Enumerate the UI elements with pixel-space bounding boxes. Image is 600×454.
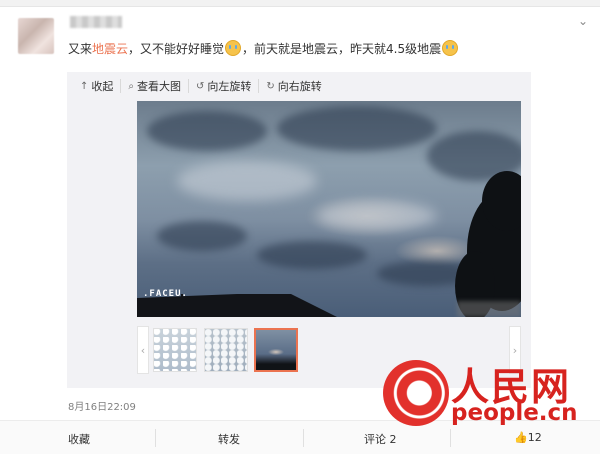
- blurred-corner: [457, 301, 521, 317]
- thumbs-up-icon: 👍: [514, 431, 528, 444]
- search-icon: ⌕: [128, 80, 134, 92]
- view-large-button[interactable]: ⌕ 查看大图: [121, 79, 189, 93]
- topic-link[interactable]: 地震云: [92, 42, 128, 56]
- chevron-down-icon[interactable]: ⌄: [578, 14, 588, 28]
- comment-button[interactable]: 评论 2: [364, 431, 397, 447]
- top-divider: [0, 0, 600, 7]
- rotate-right-label: 向右旋转: [277, 80, 322, 93]
- crying-emoji-icon: [442, 40, 459, 56]
- favorite-button[interactable]: 收藏: [68, 431, 90, 447]
- rotate-left-label: 向左旋转: [207, 80, 252, 93]
- divider: [450, 429, 451, 447]
- thumbnail-2[interactable]: [204, 328, 248, 372]
- post-text-start: 又来: [68, 42, 93, 56]
- post-text: 又来地震云，又不能好好睡觉 ，前天就是地震云，昨天就4.5级地震: [68, 40, 459, 57]
- people-cn-logo: 人民网 people.cn: [383, 356, 595, 431]
- chevron-left-icon[interactable]: ‹: [137, 326, 149, 374]
- collapse-button[interactable]: ↑ 收起: [80, 79, 122, 93]
- arrow-up-icon: ↑: [80, 80, 89, 92]
- thumbnail-3-selected[interactable]: [254, 328, 298, 372]
- view-large-label: 查看大图: [137, 80, 181, 93]
- crying-emoji-icon: [225, 40, 242, 56]
- rotate-left-button[interactable]: ↺ 向左旋转: [189, 79, 260, 93]
- photo-watermark: .FACEU.: [143, 289, 188, 299]
- thumbnail-1[interactable]: [153, 328, 197, 372]
- avatar[interactable]: [18, 18, 54, 54]
- divider: [155, 429, 156, 447]
- rotate-left-icon: ↺: [196, 80, 205, 92]
- rotate-right-button[interactable]: ↻ 向右旋转: [259, 79, 328, 93]
- like-count: 12: [527, 431, 542, 444]
- collapse-label: 收起: [91, 80, 114, 93]
- main-photo[interactable]: .FACEU.: [137, 101, 521, 317]
- divider: [303, 429, 304, 447]
- username-blurred[interactable]: [70, 16, 122, 28]
- post-text-middle: ，又不能好好睡觉: [128, 42, 225, 56]
- logo-english-text: people.cn: [451, 400, 578, 426]
- media-toolbar: ↑ 收起 ⌕ 查看大图 ↺ 向左旋转 ↻ 向右旋转: [80, 79, 329, 93]
- logo-emblem: [383, 360, 449, 426]
- post-text-end: ，前天就是地震云，昨天就4.5级地震: [242, 42, 442, 56]
- repost-button[interactable]: 转发: [218, 431, 240, 447]
- post-date[interactable]: 8月16日22:09: [68, 398, 136, 413]
- like-button[interactable]: 👍12: [514, 431, 542, 444]
- rotate-right-icon: ↻: [266, 80, 275, 92]
